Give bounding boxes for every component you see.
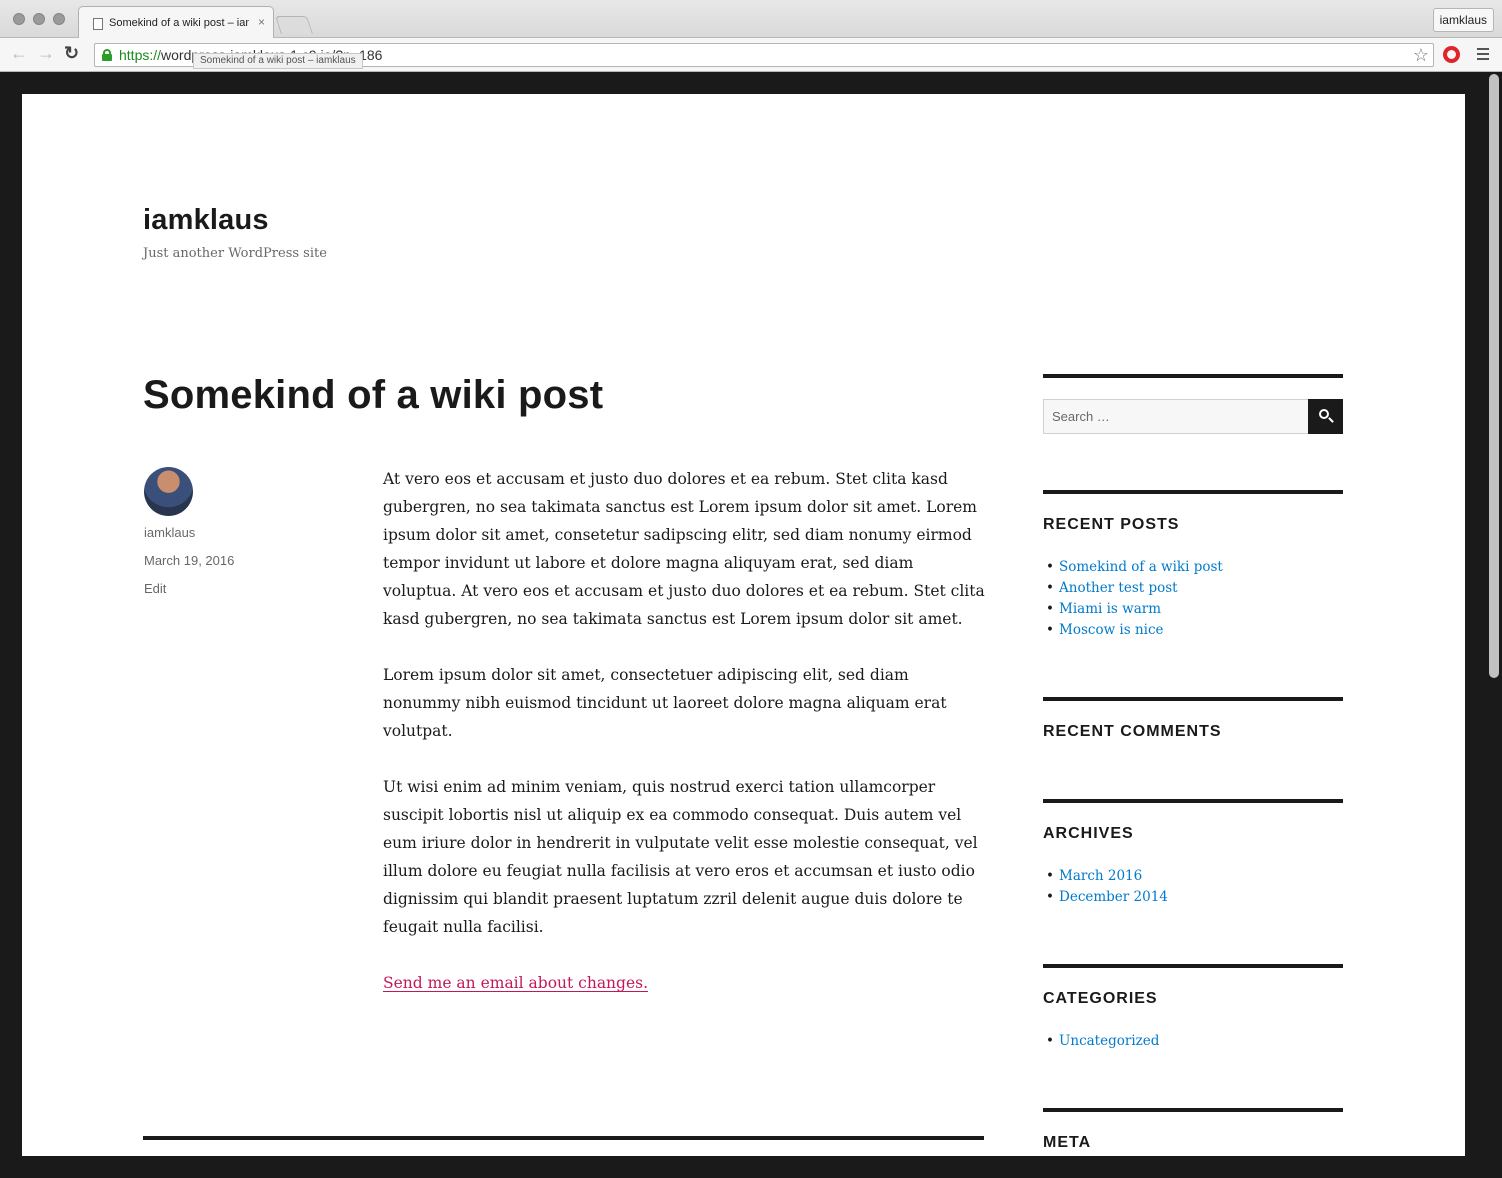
- site-page: iamklaus Just another WordPress site Som…: [22, 94, 1465, 1156]
- list-item: Moscow is nice: [1043, 620, 1223, 641]
- list-item: March 2016: [1043, 866, 1168, 887]
- recent-post-link[interactable]: Moscow is nice: [1059, 622, 1164, 638]
- reload-icon[interactable]: ↻: [64, 43, 79, 63]
- categories-rule: [1043, 964, 1343, 968]
- profile-button[interactable]: iamklaus: [1432, 8, 1494, 32]
- post-paragraph: At vero eos et accusam et justo duo dolo…: [383, 470, 985, 628]
- maximize-window-icon[interactable]: [53, 13, 65, 25]
- list-item: Miami is warm: [1043, 599, 1223, 620]
- author-avatar[interactable]: [144, 467, 193, 516]
- recent-posts-title: RECENT POSTS: [1043, 516, 1180, 533]
- search-widget-rule: [1043, 374, 1343, 378]
- list-item: Uncategorized: [1043, 1031, 1159, 1052]
- url-scheme: https://: [119, 47, 162, 63]
- recent-posts-rule: [1043, 490, 1343, 494]
- recent-post-link[interactable]: Somekind of a wiki post: [1059, 559, 1223, 575]
- meta-rule: [1043, 1108, 1343, 1112]
- post-author[interactable]: iamklaus: [144, 525, 195, 540]
- post-paragraph: Ut wisi enim ad minim veniam, quis nostr…: [383, 778, 978, 936]
- email-changes-link[interactable]: Send me an email about changes.: [383, 974, 648, 992]
- archive-link[interactable]: March 2016: [1059, 868, 1142, 884]
- post-divider: [143, 1136, 984, 1140]
- bookmark-star-icon[interactable]: ☆: [1413, 45, 1429, 66]
- browser-viewport: iamklaus Just another WordPress site Som…: [0, 72, 1502, 1178]
- forward-arrow-icon[interactable]: →: [37, 43, 55, 63]
- post-date[interactable]: March 19, 2016: [144, 553, 234, 568]
- recent-comments-rule: [1043, 697, 1343, 701]
- bottom-edge: [0, 1164, 1502, 1178]
- archive-link[interactable]: December 2014: [1059, 889, 1168, 905]
- categories-title: CATEGORIES: [1043, 990, 1158, 1007]
- category-link[interactable]: Uncategorized: [1059, 1033, 1159, 1049]
- recent-post-link[interactable]: Another test post: [1059, 580, 1178, 596]
- list-item: December 2014: [1043, 887, 1168, 908]
- recent-posts-list: Somekind of a wiki post Another test pos…: [1043, 557, 1223, 641]
- site-tagline: Just another WordPress site: [143, 246, 327, 261]
- meta-title: META: [1043, 1134, 1092, 1151]
- list-item: Somekind of a wiki post: [1043, 557, 1223, 578]
- tab-title: Somekind of a wiki post – iamklaus: [109, 17, 249, 29]
- minimize-window-icon[interactable]: [33, 13, 45, 25]
- search-icon: [1319, 409, 1329, 419]
- categories-list: Uncategorized: [1043, 1031, 1159, 1052]
- edit-link[interactable]: Edit: [144, 581, 166, 596]
- tab-close-icon[interactable]: ×: [258, 15, 265, 29]
- post-content: At vero eos et accusam et justo duo dolo…: [383, 465, 987, 1025]
- recent-post-link[interactable]: Miami is warm: [1059, 601, 1161, 617]
- list-item: Another test post: [1043, 578, 1223, 599]
- close-window-icon[interactable]: [13, 13, 25, 25]
- new-tab-button[interactable]: [275, 16, 313, 34]
- search-input[interactable]: Search …: [1043, 399, 1309, 434]
- recent-comments-title: RECENT COMMENTS: [1043, 723, 1222, 740]
- lock-icon: [102, 49, 112, 61]
- tab-tooltip: Somekind of a wiki post – iamklaus: [193, 53, 363, 69]
- archives-title: ARCHIVES: [1043, 825, 1134, 842]
- page-icon: [93, 18, 103, 30]
- search-button[interactable]: [1308, 399, 1343, 434]
- post-title: Somekind of a wiki post: [143, 373, 604, 417]
- browser-menu-icon[interactable]: [1477, 48, 1489, 60]
- opera-extension-icon[interactable]: [1443, 46, 1460, 63]
- browser-tab[interactable]: Somekind of a wiki post – iamklaus ×: [78, 6, 274, 38]
- page-scrollbar[interactable]: [1489, 74, 1499, 678]
- browser-tab-strip: Somekind of a wiki post – iamklaus × iam…: [0, 0, 1502, 38]
- archives-rule: [1043, 799, 1343, 803]
- back-arrow-icon[interactable]: ←: [10, 43, 28, 63]
- post-paragraph: Lorem ipsum dolor sit amet, consectetuer…: [383, 666, 947, 740]
- site-title[interactable]: iamklaus: [143, 204, 269, 237]
- archives-list: March 2016 December 2014: [1043, 866, 1168, 908]
